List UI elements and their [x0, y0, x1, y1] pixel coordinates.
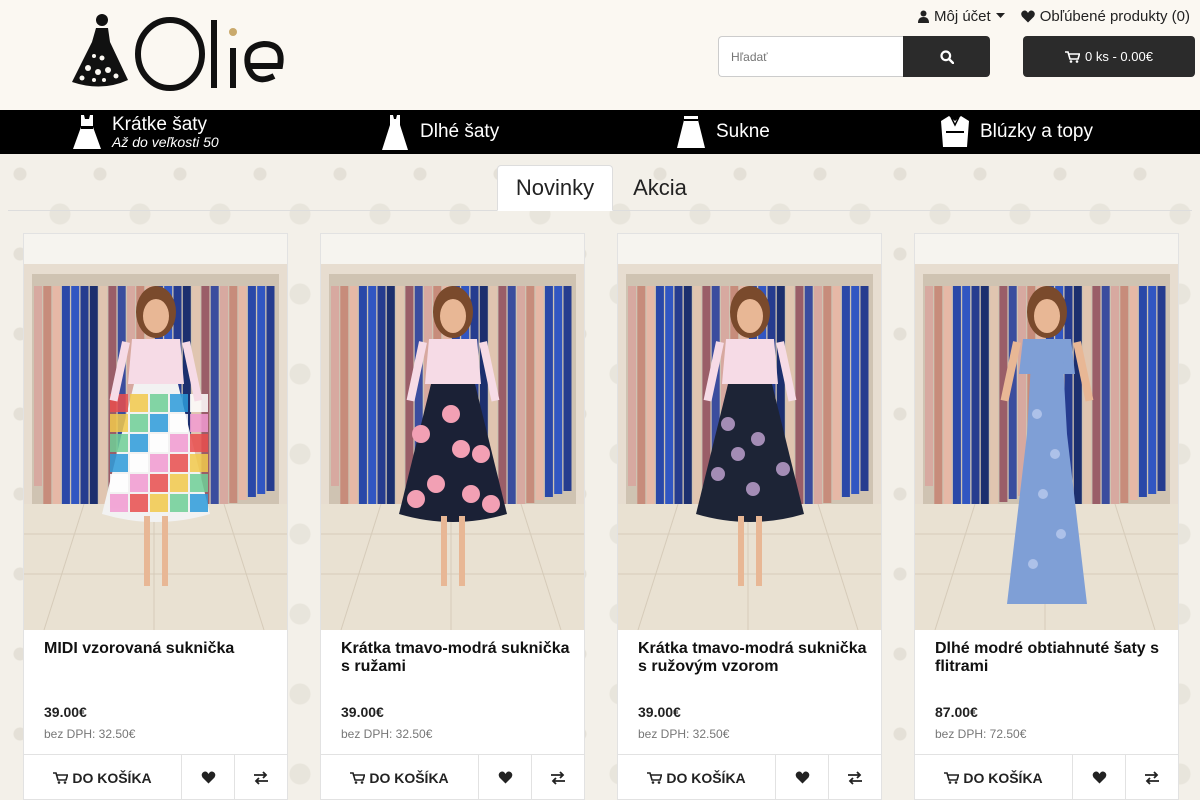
- site-header: Môj účet Obľúbené produkty (0) 0 ks - 0.…: [0, 0, 1200, 110]
- product-image[interactable]: [24, 234, 287, 630]
- add-to-cart-label: DO KOŠÍKA: [72, 769, 152, 786]
- product-price-without-tax: bez DPH: 72.50€: [935, 727, 1027, 741]
- search-form: [718, 36, 990, 77]
- exchange-icon: [848, 770, 862, 785]
- product-image[interactable]: [618, 234, 881, 630]
- product-price-without-tax: bez DPH: 32.50€: [44, 727, 136, 741]
- nav-item-bluzky[interactable]: Blúzky a topy: [940, 110, 1093, 154]
- blouse-icon: [941, 116, 969, 147]
- cart-icon: [1065, 50, 1081, 63]
- compare-button[interactable]: [829, 755, 881, 800]
- top-links: Môj účet Obľúbené produkty (0): [918, 6, 1190, 26]
- add-to-favorites-button[interactable]: [1073, 755, 1126, 800]
- product-title[interactable]: MIDI vzorovaná suknička: [44, 640, 274, 658]
- compare-button[interactable]: [1126, 755, 1178, 800]
- main-nav: Krátke šaty Až do veľkosti 50 Dlhé šaty …: [0, 110, 1200, 154]
- search-input[interactable]: [718, 36, 903, 77]
- heart-icon: [498, 771, 512, 784]
- heart-icon: [1020, 10, 1035, 22]
- add-to-cart-button[interactable]: DO KOŠÍKA: [321, 755, 479, 800]
- exchange-icon: [254, 770, 268, 785]
- product-price-without-tax: bez DPH: 32.50€: [638, 727, 730, 741]
- add-to-cart-label: DO KOŠÍKA: [666, 769, 746, 786]
- compare-button[interactable]: [235, 755, 287, 800]
- compare-button[interactable]: [532, 755, 584, 800]
- nav-label-bluzky: Blúzky a topy: [980, 121, 1093, 142]
- add-to-cart-button[interactable]: DO KOŠÍKA: [24, 755, 182, 800]
- product-tabs: Novinky Akcia: [8, 165, 1192, 211]
- add-to-cart-button[interactable]: DO KOŠÍKA: [618, 755, 776, 800]
- product-image[interactable]: [915, 234, 1178, 630]
- tab-akcia-label: Akcia: [633, 175, 687, 200]
- product-title[interactable]: Krátka tmavo-modrá suknička s ružovým vz…: [638, 640, 868, 676]
- tab-novinky-label: Novinky: [515, 175, 595, 200]
- olie-logo[interactable]: [68, 10, 308, 96]
- cart-label: 0 ks - 0.00€: [1085, 49, 1153, 64]
- add-to-cart-label: DO KOŠÍKA: [963, 769, 1043, 786]
- product-card: MIDI vzorovaná suknička 39.00€ bez DPH: …: [23, 233, 288, 800]
- account-menu[interactable]: Môj účet: [918, 8, 1005, 25]
- nav-item-dlhe-saty[interactable]: Dlhé šaty: [380, 110, 499, 154]
- tab-novinky[interactable]: Novinky: [497, 165, 613, 211]
- favorites-link[interactable]: Obľúbené produkty (0): [1020, 7, 1190, 25]
- nav-item-kratke-saty[interactable]: Krátke šaty Až do veľkosti 50: [72, 110, 219, 154]
- product-actions: DO KOŠÍKA: [618, 754, 881, 800]
- add-to-favorites-button[interactable]: [479, 755, 532, 800]
- product-card: Dlhé modré obtiahnuté šaty s flitrami 87…: [914, 233, 1179, 800]
- account-label: Môj účet: [934, 7, 991, 25]
- product-price: 39.00€: [44, 704, 87, 720]
- heart-icon: [795, 771, 809, 784]
- cart-icon: [647, 771, 663, 784]
- product-price-without-tax: bez DPH: 32.50€: [341, 727, 433, 741]
- add-to-cart-button[interactable]: DO KOŠÍKA: [915, 755, 1073, 800]
- search-button[interactable]: [903, 36, 990, 77]
- user-icon: [918, 10, 929, 23]
- product-price: 87.00€: [935, 704, 978, 720]
- product-title[interactable]: Dlhé modré obtiahnuté šaty s flitrami: [935, 640, 1165, 676]
- exchange-icon: [551, 770, 565, 785]
- cart-icon: [53, 771, 69, 784]
- product-actions: DO KOŠÍKA: [915, 754, 1178, 800]
- nav-sub-kratke-saty: Až do veľkosti 50: [112, 134, 219, 150]
- product-actions: DO KOŠÍKA: [24, 754, 287, 800]
- short-dress-icon: [73, 115, 101, 149]
- cart-icon: [350, 771, 366, 784]
- cart-icon: [944, 771, 960, 784]
- cart-button[interactable]: 0 ks - 0.00€: [1023, 36, 1195, 77]
- add-to-favorites-button[interactable]: [776, 755, 829, 800]
- exchange-icon: [1145, 770, 1159, 785]
- caret-down-icon: [995, 13, 1005, 18]
- tab-akcia[interactable]: Akcia: [620, 165, 700, 211]
- product-actions: DO KOŠÍKA: [321, 754, 584, 800]
- heart-icon: [1092, 771, 1106, 784]
- nav-label-sukne: Sukne: [716, 121, 770, 142]
- nav-label-kratke-saty: Krátke šaty: [112, 114, 208, 135]
- skirt-icon: [677, 116, 705, 148]
- product-card: Krátka tmavo-modrá suknička s ružovým vz…: [617, 233, 882, 800]
- product-price: 39.00€: [341, 704, 384, 720]
- product-image[interactable]: [321, 234, 584, 630]
- nav-label-dlhe-saty: Dlhé šaty: [420, 121, 500, 142]
- long-dress-icon: [382, 115, 408, 150]
- heart-icon: [201, 771, 215, 784]
- search-icon: [939, 49, 954, 64]
- product-price: 39.00€: [638, 704, 681, 720]
- add-to-cart-label: DO KOŠÍKA: [369, 769, 449, 786]
- add-to-favorites-button[interactable]: [182, 755, 235, 800]
- nav-item-sukne[interactable]: Sukne: [676, 110, 770, 154]
- product-card: Krátka tmavo-modrá suknička s ružami 39.…: [320, 233, 585, 800]
- product-title[interactable]: Krátka tmavo-modrá suknička s ružami: [341, 640, 571, 676]
- favorites-label: Obľúbené produkty (0): [1039, 7, 1190, 25]
